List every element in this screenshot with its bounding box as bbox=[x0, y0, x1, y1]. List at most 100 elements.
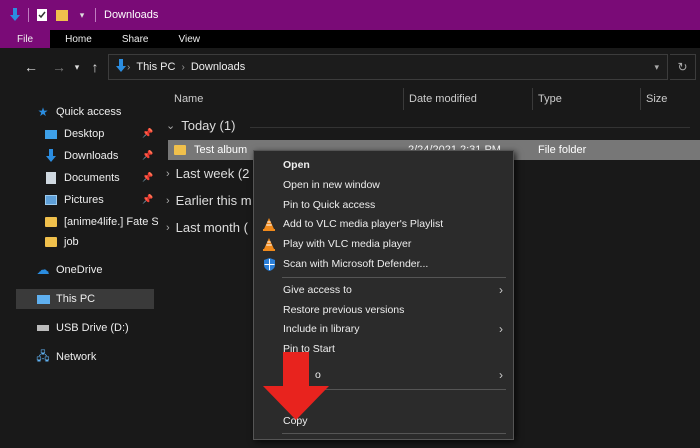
sidebar-item-label: Pictures bbox=[64, 194, 104, 206]
title-bar: ▾ Downloads bbox=[0, 0, 700, 30]
column-divider[interactable] bbox=[532, 88, 533, 110]
sidebar-item-pictures[interactable]: Pictures bbox=[44, 190, 104, 210]
cloud-icon: ☁ bbox=[36, 262, 50, 277]
chevron-right-icon: › bbox=[499, 368, 503, 382]
sidebar-item-onedrive[interactable]: ☁ OneDrive bbox=[36, 260, 103, 280]
tab-view[interactable]: View bbox=[164, 30, 216, 48]
menu-item-vlc-playlist[interactable]: Add to VLC media player's Playlist bbox=[254, 214, 513, 234]
address-dropdown-icon[interactable]: ▾ bbox=[654, 62, 659, 73]
download-arrow-icon bbox=[8, 8, 22, 22]
up-arrow-icon[interactable]: ↑ bbox=[84, 59, 106, 75]
group-divider bbox=[250, 127, 690, 128]
chevron-right-icon[interactable]: › bbox=[166, 195, 170, 207]
menu-item-label: Give access to bbox=[283, 284, 352, 296]
menu-item-pin-quick-access[interactable]: Pin to Quick access bbox=[254, 195, 513, 215]
breadcrumb-this-pc[interactable]: This PC bbox=[136, 61, 175, 73]
red-arrow-annotation bbox=[263, 352, 329, 420]
chevron-right-icon: › bbox=[499, 283, 503, 297]
column-header-type[interactable]: Type bbox=[538, 86, 562, 112]
tab-share[interactable]: Share bbox=[107, 30, 164, 48]
titlebar-separator-2 bbox=[95, 8, 96, 22]
group-label: Earlier this m bbox=[175, 193, 252, 208]
column-header-date[interactable]: Date modified bbox=[409, 86, 477, 112]
group-header-earlier-this-month[interactable]: › Earlier this m bbox=[166, 193, 252, 208]
group-header-last-month[interactable]: › Last month ( bbox=[166, 220, 248, 235]
breadcrumb-chevron-icon[interactable]: › bbox=[181, 62, 184, 73]
vlc-cone-icon bbox=[262, 217, 276, 231]
column-header-name[interactable]: Name bbox=[174, 86, 203, 112]
menu-item-defender-scan[interactable]: Scan with Microsoft Defender... bbox=[254, 254, 513, 274]
sidebar-item-quick-access[interactable]: ★ Quick access bbox=[36, 102, 122, 122]
sidebar-item-this-pc[interactable]: This PC bbox=[16, 289, 154, 309]
menu-item-label: Open in new window bbox=[283, 179, 380, 191]
recent-locations-icon[interactable]: ▾ bbox=[70, 62, 84, 73]
network-icon: 🖧 bbox=[36, 348, 50, 363]
menu-item-open-new-window[interactable]: Open in new window bbox=[254, 175, 513, 195]
group-header-today[interactable]: ⌄ Today (1) bbox=[166, 118, 235, 133]
refresh-icon[interactable]: ↻ bbox=[670, 54, 696, 80]
back-arrow-icon[interactable]: ← bbox=[20, 59, 42, 75]
documents-icon bbox=[44, 171, 58, 185]
star-icon: ★ bbox=[37, 105, 49, 119]
menu-item-restore-versions[interactable]: Restore previous versions bbox=[254, 300, 513, 320]
sidebar-item-job[interactable]: job bbox=[44, 232, 79, 252]
sidebar-item-usb-drive[interactable]: USB Drive (D:) bbox=[36, 318, 129, 338]
customize-toolbar-icon[interactable]: ▾ bbox=[75, 8, 89, 22]
menu-item-vlc-play[interactable]: Play with VLC media player bbox=[254, 234, 513, 254]
new-folder-icon[interactable] bbox=[55, 8, 69, 22]
sidebar-item-label: job bbox=[64, 236, 79, 248]
menu-item-label: Scan with Microsoft Defender... bbox=[283, 258, 429, 270]
column-header-size[interactable]: Size bbox=[646, 86, 667, 112]
sidebar-item-label: USB Drive (D:) bbox=[56, 322, 129, 334]
window-title: Downloads bbox=[104, 9, 159, 21]
sidebar-item-anime-folder[interactable]: [anime4life.] Fate St bbox=[44, 212, 162, 232]
breadcrumb-chevron-icon[interactable]: › bbox=[127, 62, 130, 73]
downloads-location-icon bbox=[115, 58, 127, 76]
menu-item-label: Include in library bbox=[283, 323, 360, 335]
group-label: Last week (2 bbox=[175, 166, 250, 181]
tab-file[interactable]: File bbox=[0, 30, 51, 48]
menu-item-label: Add to VLC media player's Playlist bbox=[283, 218, 444, 230]
chevron-right-icon[interactable]: › bbox=[166, 222, 170, 234]
file-name: Test album bbox=[194, 144, 248, 156]
defender-shield-icon bbox=[262, 257, 276, 271]
menu-separator bbox=[282, 277, 506, 278]
menu-item-give-access[interactable]: Give access to › bbox=[254, 280, 513, 300]
sidebar-item-label: Network bbox=[56, 351, 97, 363]
chevron-down-icon[interactable]: ⌄ bbox=[166, 119, 175, 132]
properties-icon[interactable] bbox=[35, 8, 49, 22]
menu-separator bbox=[282, 433, 506, 434]
sidebar-item-label: Downloads bbox=[64, 150, 119, 162]
pin-icon: 📌 bbox=[142, 172, 154, 182]
sidebar-item-network[interactable]: 🖧 Network bbox=[36, 347, 96, 367]
pin-icon: 📌 bbox=[142, 194, 154, 204]
menu-item-label: Open bbox=[283, 159, 310, 171]
chevron-right-icon: › bbox=[499, 322, 503, 336]
address-bar[interactable]: › This PC › Downloads ▾ bbox=[108, 54, 668, 80]
column-divider[interactable] bbox=[640, 88, 641, 110]
breadcrumb-downloads[interactable]: Downloads bbox=[191, 61, 245, 73]
sidebar-item-documents[interactable]: Documents bbox=[44, 168, 120, 188]
navigation-pane: ★ Quick access Desktop 📌 Downloads 📌 Doc… bbox=[0, 86, 162, 448]
ribbon-tabs: File Home Share View bbox=[0, 30, 700, 48]
sidebar-item-label: Quick access bbox=[56, 106, 122, 118]
group-label: Today (1) bbox=[181, 118, 236, 133]
folder-icon bbox=[44, 215, 58, 229]
menu-item-open[interactable]: Open bbox=[254, 155, 513, 175]
forward-arrow-icon[interactable]: → bbox=[48, 59, 70, 75]
pin-icon: 📌 bbox=[142, 128, 154, 138]
sidebar-item-downloads[interactable]: Downloads bbox=[44, 146, 118, 166]
menu-item-include-library[interactable]: Include in library › bbox=[254, 319, 513, 339]
chevron-right-icon[interactable]: › bbox=[166, 168, 170, 180]
desktop-icon bbox=[44, 127, 58, 141]
folder-icon bbox=[44, 235, 58, 249]
tab-home[interactable]: Home bbox=[50, 30, 107, 48]
sidebar-item-label: Documents bbox=[64, 172, 120, 184]
sidebar-item-desktop[interactable]: Desktop bbox=[44, 124, 104, 144]
sidebar-item-label: This PC bbox=[56, 293, 96, 305]
sidebar-item-label: Desktop bbox=[64, 128, 105, 140]
titlebar-separator bbox=[28, 8, 29, 22]
column-divider[interactable] bbox=[403, 88, 404, 110]
downloads-icon bbox=[44, 149, 58, 163]
group-header-last-week[interactable]: › Last week (2 bbox=[166, 166, 249, 181]
